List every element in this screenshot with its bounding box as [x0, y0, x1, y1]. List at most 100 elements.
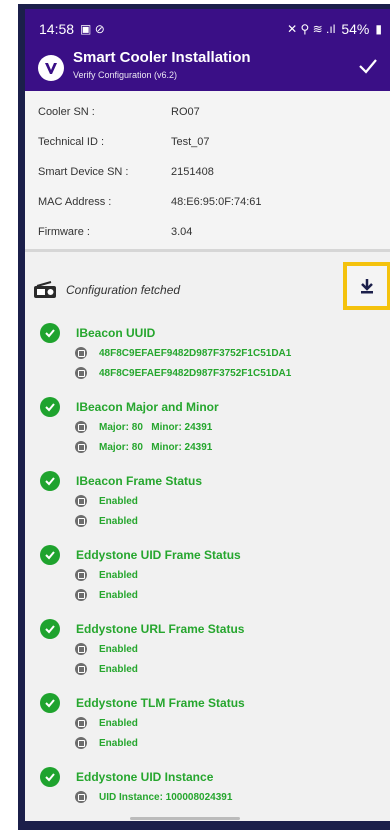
success-check-icon — [40, 545, 60, 565]
section-header: Eddystone UID Frame Status — [40, 545, 241, 565]
success-check-icon — [40, 397, 60, 417]
status-time: 14:58 — [39, 21, 75, 37]
value-text: Enabled — [99, 589, 138, 601]
section-header: IBeacon UUID — [40, 323, 291, 343]
app-subtitle: Verify Configuration (v6.2) — [73, 70, 178, 80]
cloud-value-row: Enabled — [75, 733, 245, 753]
notification-icons: ▣ ⊘ — [80, 22, 105, 36]
device-info-panel: Cooler SN : RO07 Technical ID : Test_07 … — [25, 91, 390, 249]
device-icon — [75, 347, 87, 359]
cloud-value-row: Major: 80 Minor: 24391 — [75, 437, 219, 457]
info-value: RO07 — [171, 106, 200, 118]
cloud-icon — [75, 515, 87, 527]
signal-icons: ✕ ⚲ ≋ .ıl — [287, 22, 336, 36]
device-value-row: Enabled — [75, 491, 202, 511]
section-header: Eddystone URL Frame Status — [40, 619, 244, 639]
section-title: Eddystone URL Frame Status — [76, 622, 245, 636]
cloud-icon — [75, 441, 87, 453]
config-section: IBeacon Major and Minor Major: 80 Minor:… — [40, 397, 219, 457]
success-check-icon — [40, 619, 60, 639]
app-logo — [38, 55, 64, 81]
info-row: MAC Address : 48:E6:95:0F:74:61 — [38, 191, 262, 213]
value-text: Enabled — [99, 737, 138, 749]
value-text: UID Instance: 100008024391 — [99, 791, 233, 803]
battery-level: 54% — [341, 21, 370, 37]
info-row: Technical ID : Test_07 — [38, 131, 210, 153]
info-row: Smart Device SN : 2151408 — [38, 161, 214, 183]
info-label: Cooler SN : — [38, 106, 95, 118]
section-title: Eddystone UID Frame Status — [76, 548, 241, 562]
device-icon — [75, 495, 87, 507]
info-value: Test_07 — [171, 136, 210, 148]
info-label: Smart Device SN : — [38, 166, 129, 178]
cloud-icon — [75, 737, 87, 749]
info-label: MAC Address : — [38, 196, 112, 208]
device-icon — [75, 421, 87, 433]
section-title: IBeacon UUID — [76, 326, 156, 340]
cloud-value-row: Enabled — [75, 585, 241, 605]
download-button[interactable] — [343, 262, 390, 310]
cloud-icon — [75, 367, 87, 379]
section-header: IBeacon Major and Minor — [40, 397, 219, 417]
device-icon — [75, 791, 87, 803]
config-section: IBeacon UUID 48F8C9EFAEF9482D987F3752F1C… — [40, 323, 291, 383]
success-check-icon — [40, 693, 60, 713]
value-text: Enabled — [99, 495, 138, 507]
value-text: Enabled — [99, 515, 138, 527]
configuration-header: Configuration fetched — [33, 281, 180, 299]
success-check-icon — [40, 767, 60, 787]
value-text: Enabled — [99, 717, 138, 729]
section-title: IBeacon Major and Minor — [76, 400, 219, 414]
radio-icon — [34, 281, 56, 298]
background-left — [0, 0, 18, 830]
value-text: Enabled — [99, 663, 138, 675]
device-value-row: Enabled — [75, 565, 241, 585]
success-check-icon — [40, 471, 60, 491]
device-icon — [75, 717, 87, 729]
value-text: 48F8C9EFAEF9482D987F3752F1C51DA1 — [99, 367, 292, 379]
phone-screen: 14:58 ▣ ⊘ ✕ ⚲ ≋ .ıl 54% ▮ Smart Cooler I… — [25, 9, 390, 821]
status-right: ✕ ⚲ ≋ .ıl 54% ▮ — [287, 21, 382, 37]
status-bar: 14:58 ▣ ⊘ ✕ ⚲ ≋ .ıl 54% ▮ — [39, 19, 382, 39]
success-check-icon — [40, 323, 60, 343]
device-value-row: Major: 80 Minor: 24391 — [75, 417, 219, 437]
config-section: Eddystone TLM Frame Status Enabled Enabl… — [40, 693, 245, 753]
cloud-value-row: 48F8C9EFAEF9482D987F3752F1C51DA1 — [75, 363, 291, 383]
section-title: Eddystone TLM Frame Status — [76, 696, 245, 710]
info-row: Firmware : 3.04 — [38, 221, 192, 243]
configuration-panel: Configuration fetched IBeacon UUID 48F8C… — [25, 252, 390, 821]
info-value: 3.04 — [171, 226, 193, 238]
value-text: Major: 80 Minor: 24391 — [99, 421, 213, 433]
value-text: Enabled — [99, 569, 138, 581]
section-header: Eddystone UID Instance — [40, 767, 232, 787]
device-icon — [75, 643, 87, 655]
verify-check-icon[interactable] — [356, 54, 380, 78]
device-value-row: Enabled — [75, 713, 245, 733]
home-gesture-pill[interactable] — [130, 817, 240, 820]
section-title: Eddystone UID Instance — [76, 770, 214, 784]
value-text: Enabled — [99, 643, 138, 655]
cloud-icon — [75, 663, 87, 675]
cloud-value-row: Enabled — [75, 511, 202, 531]
section-header: IBeacon Frame Status — [40, 471, 202, 491]
info-value: 2151408 — [171, 166, 214, 178]
section-header: Eddystone TLM Frame Status — [40, 693, 245, 713]
value-text: 48F8C9EFAEF9482D987F3752F1C51DA1 — [99, 347, 292, 359]
cloud-icon — [75, 589, 87, 601]
device-value-row: Enabled — [75, 639, 244, 659]
app-title: Smart Cooler Installation — [73, 49, 251, 66]
info-label: Firmware : — [38, 226, 90, 238]
device-value-row: UID Instance: 100008024391 — [75, 787, 232, 807]
config-section: Eddystone UID Instance UID Instance: 100… — [40, 767, 232, 807]
info-row: Cooler SN : RO07 — [38, 101, 200, 123]
config-section: Eddystone URL Frame Status Enabled Enabl… — [40, 619, 244, 679]
download-icon — [361, 279, 373, 294]
navigation-bar — [0, 812, 365, 830]
app-bar: 14:58 ▣ ⊘ ✕ ⚲ ≋ .ıl 54% ▮ Smart Cooler I… — [25, 9, 390, 91]
config-section: Eddystone UID Frame Status Enabled Enabl… — [40, 545, 241, 605]
section-title: IBeacon Frame Status — [76, 474, 203, 488]
info-value: 48:E6:95:0F:74:61 — [171, 196, 262, 208]
cloud-value-row: Enabled — [75, 659, 244, 679]
configuration-status: Configuration fetched — [66, 283, 181, 297]
config-section: IBeacon Frame Status Enabled Enabled — [40, 471, 202, 531]
